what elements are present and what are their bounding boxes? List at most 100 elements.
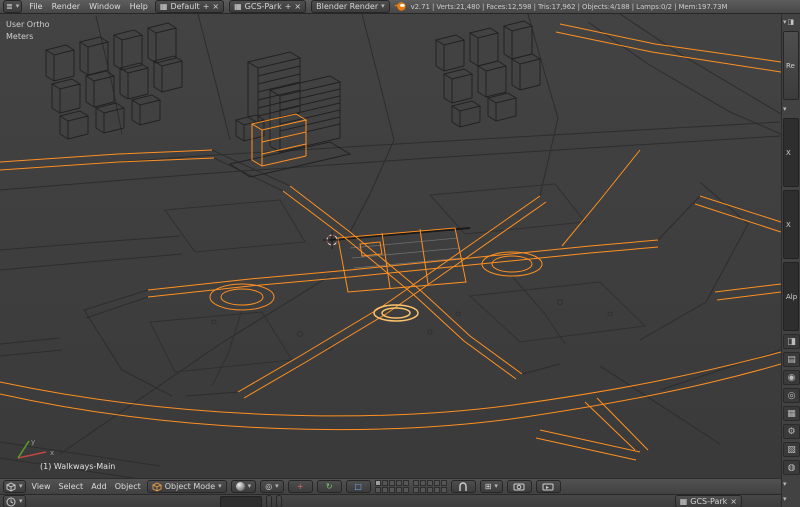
opengl-render-anim-button[interactable] <box>535 480 561 493</box>
chevron-down-icon: ▾ <box>15 2 20 10</box>
manipulator-scale-button[interactable]: □ <box>345 480 371 493</box>
view3d-header: ▾ View Select Add Object Object Mode ▾ ▾… <box>0 478 787 494</box>
scene-icon: ▦ <box>234 2 242 11</box>
blender-logo-icon <box>394 2 406 11</box>
panel-header-row[interactable]: ▾ <box>783 478 799 490</box>
snap-element-icon: ⊞ <box>484 482 492 491</box>
close-icon[interactable]: × <box>730 497 737 506</box>
render-button-fragment[interactable]: Re <box>783 31 799 100</box>
timeline-button[interactable] <box>265 495 272 507</box>
layers-widget[interactable] <box>374 480 447 493</box>
mode-selector[interactable]: Object Mode ▾ <box>146 480 227 493</box>
opengl-render-button[interactable] <box>506 480 532 493</box>
axis-x-label: x <box>50 449 54 457</box>
info-header: ≣ ▾ File Render Window Help ▦ Default + … <box>0 0 800 14</box>
axis-y-label: y <box>31 438 35 446</box>
editor-type-button[interactable]: ▾ <box>3 495 26 507</box>
grid-units-label: Meters <box>6 32 34 41</box>
menu-select[interactable]: Select <box>57 482 86 491</box>
chevron-down-icon: ▾ <box>218 482 222 490</box>
chevron-down-icon: ▾ <box>19 482 23 490</box>
add-layout-icon[interactable]: + <box>203 2 210 11</box>
manipulator-translate-button[interactable]: + <box>287 480 313 493</box>
roads-wireframe <box>0 14 781 478</box>
chevron-down-icon: ▾ <box>19 497 23 505</box>
view-name-label: User Ortho <box>6 20 50 29</box>
panel-header-row[interactable]: ▾ <box>783 103 799 115</box>
clock-icon <box>6 497 16 506</box>
chevron-down-icon: ▾ <box>494 482 498 490</box>
active-object-label: (1) Walkways-Main <box>40 462 116 471</box>
object-mode-icon <box>151 481 162 492</box>
chevron-down-icon: ▾ <box>783 494 787 503</box>
scene-properties-icon[interactable]: ◉ <box>783 370 800 385</box>
timeline-header: ▾ ▦ GCS-Park × <box>0 494 787 507</box>
screen-layout-selector[interactable]: ▦ Default + × <box>154 0 225 13</box>
grid-icon: ▦ <box>679 497 688 506</box>
menu-help[interactable]: Help <box>128 2 150 11</box>
panel-header-row[interactable]: ▾ ◨ <box>783 16 799 28</box>
render-engine-selector[interactable]: Blender Render ▾ <box>311 0 390 13</box>
buildings-wireframe-center <box>228 51 352 178</box>
chevron-down-icon: ▾ <box>381 2 385 10</box>
blender-window: ≣ ▾ File Render Window Help ▦ Default + … <box>0 0 800 507</box>
screen-layout-icon: ▦ <box>159 2 168 11</box>
resolution-x-field-fragment[interactable]: X <box>783 118 799 187</box>
mode-value: Object Mode <box>164 482 216 491</box>
editor-type-button[interactable]: ▾ <box>3 480 26 493</box>
chevron-down-icon: ▾ <box>783 479 787 488</box>
menu-object[interactable]: Object <box>113 482 143 491</box>
magnet-icon <box>459 481 467 491</box>
buildings-wireframe-right <box>434 20 542 128</box>
chevron-down-icon: ▾ <box>783 17 787 26</box>
selected-walkways-wireframe <box>0 23 781 461</box>
menu-view[interactable]: View <box>30 482 53 491</box>
timeline-button[interactable] <box>275 495 282 507</box>
snap-element-selector[interactable]: ⊞ ▾ <box>479 480 503 493</box>
resolution-y-field-fragment[interactable]: X <box>783 190 799 259</box>
menu-window[interactable]: Window <box>87 2 123 11</box>
editor-type-button[interactable]: ≣ ▾ <box>3 0 23 13</box>
alpha-field-fragment[interactable]: Alp <box>783 262 799 331</box>
active-object-wireframe <box>373 304 419 322</box>
scene-datablock[interactable]: ▦ GCS-Park × <box>674 495 742 507</box>
object-data-icon[interactable]: ▧ <box>783 442 800 457</box>
viewport-shading-selector[interactable]: ▾ <box>230 480 257 493</box>
properties-panel-edge: ▾ ◨ Re ▾ X X Alp ◨ ▤ ◉ ◎ ▦ ⚙ ▧ ◍ ▾ ▾ <box>781 14 800 507</box>
park-blocks-wireframe <box>149 183 647 387</box>
3d-viewport[interactable]: User Ortho Meters x y (1) Walkways-Main <box>0 14 781 478</box>
manipulator-rotate-button[interactable]: ↻ <box>316 480 342 493</box>
chevron-down-icon: ▾ <box>247 482 252 490</box>
shading-sphere-icon <box>235 482 245 491</box>
wireframe-scene <box>0 14 781 478</box>
render-properties-icon[interactable]: ◨ <box>783 334 800 349</box>
menu-file[interactable]: File <box>27 2 44 11</box>
camera-icon <box>513 483 525 491</box>
scene-selector[interactable]: ▦ GCS-Park + × <box>229 0 307 13</box>
snap-toggle-button[interactable] <box>450 480 476 493</box>
scene-datablock-name: GCS-Park <box>690 497 728 506</box>
add-scene-icon[interactable]: + <box>285 2 292 11</box>
material-icon[interactable]: ◍ <box>783 460 800 475</box>
object-properties-icon[interactable]: ▦ <box>783 406 800 421</box>
chevron-down-icon: ▾ <box>783 104 787 113</box>
world-properties-icon[interactable]: ◎ <box>783 388 800 403</box>
close-layout-icon[interactable]: × <box>212 2 219 11</box>
chevron-down-icon: ▾ <box>275 482 279 490</box>
menu-add[interactable]: Add <box>89 482 109 491</box>
pivot-point-selector[interactable]: ◎ ▾ <box>260 480 284 493</box>
info-editor-icon: ≣ <box>6 2 13 11</box>
modifiers-icon[interactable]: ⚙ <box>783 424 800 439</box>
buildings-wireframe-left <box>44 22 184 140</box>
timeline-field[interactable] <box>219 495 262 507</box>
close-scene-icon[interactable]: × <box>294 2 301 11</box>
scene-statistics: v2.71 | Verts:21,480 | Faces:12,598 | Tr… <box>410 2 728 11</box>
camera-animation-icon <box>542 483 554 491</box>
panel-header-row[interactable]: ▾ <box>783 493 799 505</box>
render-layers-icon[interactable]: ▤ <box>783 352 800 367</box>
scene-value: GCS-Park <box>244 2 282 11</box>
engine-value: Blender Render <box>316 2 379 11</box>
3d-view-editor-icon <box>6 481 16 492</box>
menu-render[interactable]: Render <box>50 2 82 11</box>
3d-cursor <box>323 231 341 249</box>
